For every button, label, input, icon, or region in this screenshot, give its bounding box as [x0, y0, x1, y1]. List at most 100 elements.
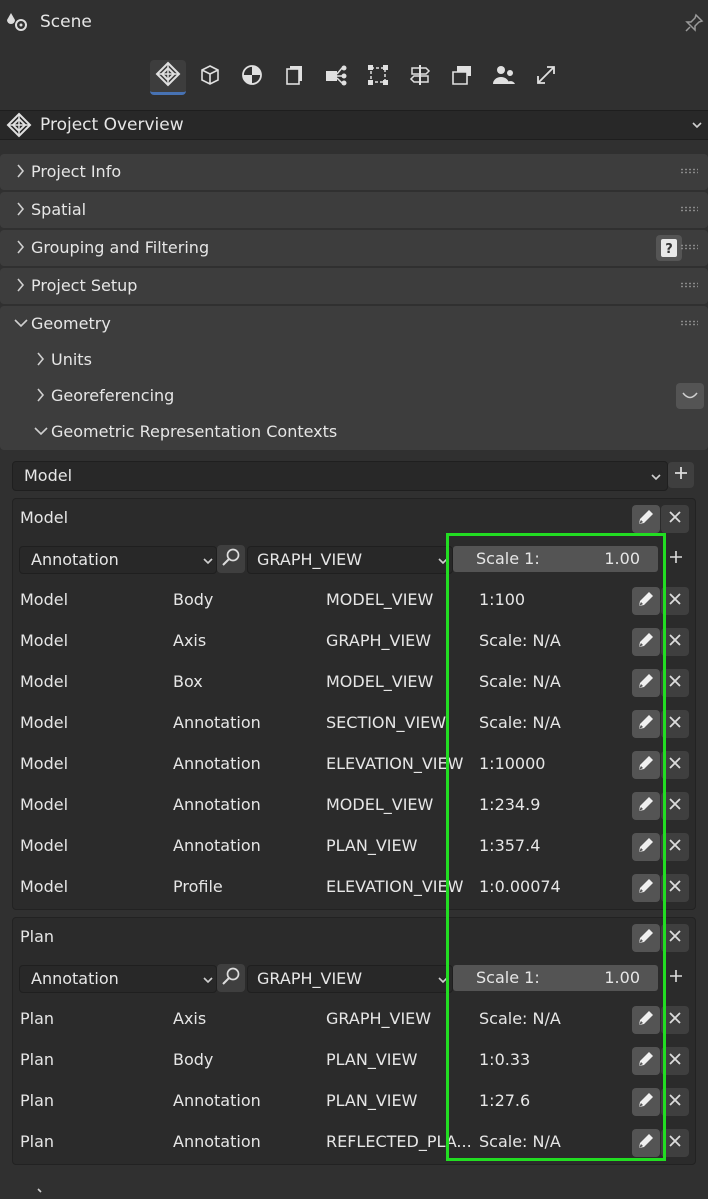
remove-subcontext-button[interactable]: [661, 1047, 689, 1075]
remove-subcontext-button[interactable]: [661, 1088, 689, 1116]
expand-icon[interactable]: [676, 383, 704, 409]
subcontext-cell: Annotation: [173, 1132, 261, 1151]
chevron-right-icon[interactable]: [32, 386, 50, 408]
context-select-value: Model: [24, 466, 73, 485]
remove-context-button[interactable]: [661, 505, 689, 533]
edit-subcontext-button[interactable]: [632, 833, 660, 861]
subcontext-select[interactable]: Annotation: [19, 965, 217, 993]
subcontext-cell: Annotation: [173, 754, 261, 773]
signpost-icon: [409, 64, 431, 90]
arrows-icon: [535, 64, 557, 90]
chevron-down-icon[interactable]: [12, 314, 30, 332]
edit-subcontext-button[interactable]: [632, 1088, 660, 1116]
tab-object[interactable]: [192, 60, 228, 94]
context-cell: Model: [20, 836, 69, 855]
subpanel-grc[interactable]: Geometric Representation Contexts: [51, 422, 337, 441]
tab-documents[interactable]: [276, 60, 312, 94]
panel-grouping[interactable]: Grouping and Filtering ?: [0, 230, 708, 266]
subcontext-cell: Profile: [173, 877, 223, 896]
context-cell: Model: [20, 877, 69, 896]
edit-subcontext-button[interactable]: [632, 874, 660, 902]
target-view-select[interactable]: GRAPH_VIEW: [247, 546, 453, 574]
scale-field[interactable]: Scale 1: 1.00: [453, 965, 658, 991]
remove-subcontext-button[interactable]: [661, 710, 689, 738]
context-title: Model: [20, 508, 69, 527]
tab-quality[interactable]: [528, 60, 564, 94]
edit-subcontext-button[interactable]: [632, 1129, 660, 1157]
panel-label: Project Setup: [31, 276, 138, 295]
target-view-value: GRAPH_VIEW: [257, 969, 363, 988]
scale-field[interactable]: Scale 1: 1.00: [453, 546, 658, 572]
context-cell: Model: [20, 754, 69, 773]
remove-subcontext-button[interactable]: [661, 628, 689, 656]
context-cell: Plan: [20, 1091, 55, 1110]
subpanel-units[interactable]: Units: [51, 350, 92, 369]
close-icon: [667, 1092, 683, 1112]
add-context-button[interactable]: [668, 462, 694, 488]
edit-subcontext-button[interactable]: [632, 669, 660, 697]
tab-stakeholders[interactable]: [486, 60, 522, 94]
edit-context-button[interactable]: [632, 924, 660, 952]
drag-grip-icon[interactable]: [680, 320, 698, 326]
close-icon: [667, 591, 683, 611]
edit-subcontext-button[interactable]: [632, 792, 660, 820]
project-overview-dropdown[interactable]: Project Overview: [0, 110, 708, 140]
scale-cell: 1:10000: [479, 754, 546, 773]
scale-value: 1.00: [604, 549, 640, 568]
remove-subcontext-button[interactable]: [661, 792, 689, 820]
remove-subcontext-button[interactable]: [661, 833, 689, 861]
tab-material[interactable]: [234, 60, 270, 94]
cube-icon: [199, 64, 221, 90]
remove-subcontext-button[interactable]: [661, 1006, 689, 1034]
table-row: Plan Annotation REFLECTED_PLA... Scale: N/A: [0, 1128, 708, 1158]
pencil-icon: [636, 712, 656, 736]
search-button[interactable]: [217, 545, 245, 573]
chevron-right-icon[interactable]: [32, 350, 50, 372]
drag-grip-icon[interactable]: [680, 206, 698, 212]
drag-grip-icon[interactable]: [680, 244, 698, 250]
add-subcontext-button[interactable]: [664, 546, 688, 572]
pencil-icon: [636, 630, 656, 654]
search-icon: [221, 547, 241, 571]
subcontext-select[interactable]: Annotation: [19, 546, 217, 574]
edit-subcontext-button[interactable]: [632, 710, 660, 738]
remove-subcontext-button[interactable]: [661, 874, 689, 902]
search-button[interactable]: [217, 964, 245, 992]
subcontext-value: Annotation: [31, 550, 119, 569]
tab-project-overview[interactable]: [150, 60, 186, 95]
chevron-down-icon[interactable]: [32, 422, 50, 444]
target-view-select[interactable]: GRAPH_VIEW: [247, 965, 453, 993]
drag-grip-icon[interactable]: [680, 282, 698, 288]
subcontext-cell: Annotation: [173, 836, 261, 855]
tab-services[interactable]: [318, 60, 354, 94]
remove-subcontext-button[interactable]: [661, 587, 689, 615]
search-icon: [221, 966, 241, 990]
panel-spatial[interactable]: Spatial: [0, 192, 708, 228]
remove-subcontext-button[interactable]: [661, 751, 689, 779]
material-sphere-icon: [241, 64, 263, 90]
tab-facility[interactable]: [444, 60, 480, 94]
tab-structural[interactable]: [360, 60, 396, 94]
remove-subcontext-button[interactable]: [661, 669, 689, 697]
edit-subcontext-button[interactable]: [632, 628, 660, 656]
subpanel-georeferencing[interactable]: Georeferencing: [51, 386, 174, 405]
context-select[interactable]: Model: [12, 461, 668, 491]
edit-subcontext-button[interactable]: [632, 751, 660, 779]
help-icon[interactable]: ?: [656, 235, 682, 261]
pin-icon[interactable]: [682, 11, 706, 35]
edit-subcontext-button[interactable]: [632, 587, 660, 615]
edit-context-button[interactable]: [632, 505, 660, 533]
panel-project-setup[interactable]: Project Setup: [0, 268, 708, 304]
remove-subcontext-button[interactable]: [661, 1129, 689, 1157]
edit-subcontext-button[interactable]: [632, 1006, 660, 1034]
drag-grip-icon[interactable]: [680, 168, 698, 174]
edit-subcontext-button[interactable]: [632, 1047, 660, 1075]
add-subcontext-button[interactable]: [664, 965, 688, 991]
target-view-cell: GRAPH_VIEW: [326, 1009, 432, 1028]
tab-sequence[interactable]: [402, 60, 438, 94]
scale-cell: 1:357.4: [479, 836, 541, 855]
context-cell: Plan: [20, 1009, 55, 1028]
chevron-down-icon: [201, 972, 215, 991]
remove-context-button[interactable]: [661, 924, 689, 952]
panel-project-info[interactable]: Project Info: [0, 154, 708, 190]
